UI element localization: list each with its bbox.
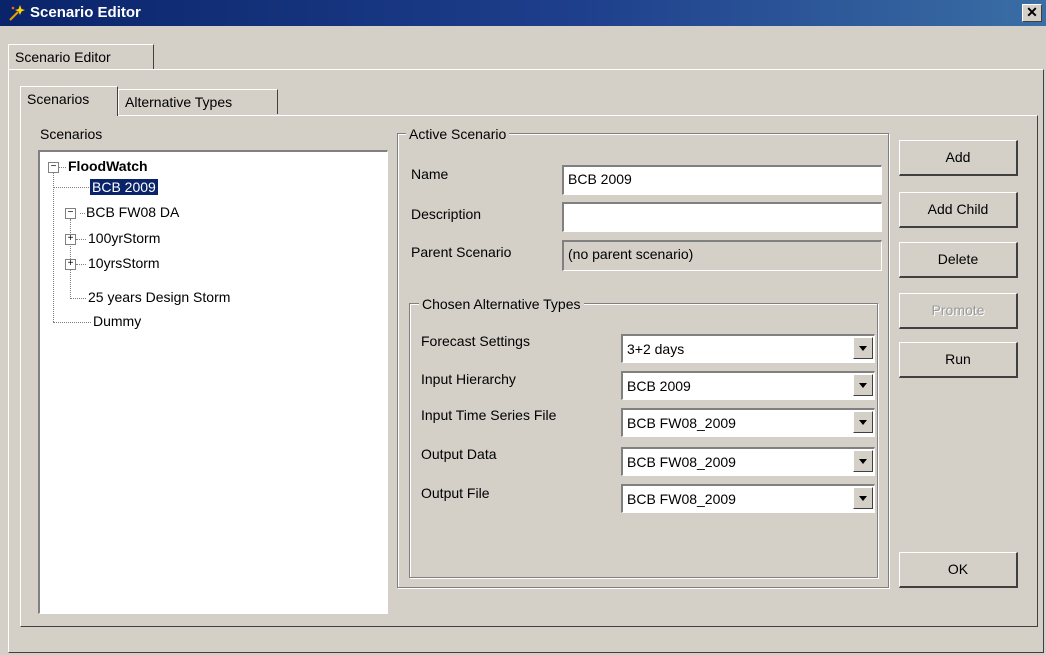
add-child-button[interactable]: Add Child — [899, 192, 1018, 228]
tree-node-dummy[interactable]: Dummy — [93, 313, 141, 329]
parent-scenario-field: (no parent scenario) — [562, 240, 882, 271]
input-time-series-file-select[interactable]: BCB FW08_2009 — [621, 408, 875, 437]
close-button[interactable]: ✕ — [1022, 4, 1042, 22]
tab-scenario-editor[interactable]: Scenario Editor — [8, 44, 154, 70]
chevron-down-icon[interactable] — [853, 374, 873, 396]
ok-button[interactable]: OK — [899, 552, 1018, 588]
forecast-settings-label: Forecast Settings — [421, 333, 530, 349]
description-label: Description — [411, 206, 482, 222]
tree-line — [80, 213, 85, 214]
chevron-down-icon[interactable] — [853, 337, 873, 359]
output-data-value: BCB FW08_2009 — [627, 454, 736, 470]
tree-line — [53, 172, 54, 322]
tree-line — [53, 322, 91, 323]
chosen-alternative-types-legend: Chosen Alternative Types — [419, 296, 584, 312]
collapse-icon[interactable]: − — [65, 208, 76, 219]
chevron-down-icon[interactable] — [853, 450, 873, 472]
forecast-settings-select[interactable]: 3+2 days — [621, 334, 875, 363]
tree-line — [76, 239, 86, 240]
collapse-icon[interactable]: − — [48, 162, 59, 173]
expand-icon[interactable]: + — [65, 259, 76, 270]
parent-scenario-label: Parent Scenario — [411, 244, 512, 260]
wand-icon — [9, 5, 25, 21]
tree-node-10yrsstorm[interactable]: 10yrsStorm — [88, 255, 160, 271]
input-time-series-file-value: BCB FW08_2009 — [627, 415, 736, 431]
tree-line — [58, 167, 66, 168]
tree-node-25-years-design-storm[interactable]: 25 years Design Storm — [88, 289, 230, 305]
window-title: Scenario Editor — [30, 4, 141, 21]
tree-line — [53, 187, 91, 188]
chevron-down-icon[interactable] — [853, 487, 873, 509]
tab-scenario-editor-label: Scenario Editor — [15, 49, 111, 65]
scenarios-label: Scenarios — [40, 126, 103, 142]
tree-node-100yrstorm[interactable]: 100yrStorm — [88, 230, 160, 246]
add-button[interactable]: Add — [899, 140, 1018, 176]
tree-node-bcb-2009[interactable]: BCB 2009 — [89, 178, 159, 196]
output-data-label: Output Data — [421, 446, 497, 462]
tree-node-bcb-fw08-da[interactable]: BCB FW08 DA — [86, 204, 179, 220]
tree-line — [76, 264, 86, 265]
tab-scenarios[interactable]: Scenarios — [20, 86, 118, 116]
output-file-value: BCB FW08_2009 — [627, 491, 736, 507]
input-time-series-file-label: Input Time Series File — [421, 407, 557, 423]
name-label: Name — [411, 166, 449, 182]
output-file-select[interactable]: BCB FW08_2009 — [621, 484, 875, 513]
active-scenario-legend: Active Scenario — [406, 126, 510, 142]
tab-alternative-types-label: Alternative Types — [125, 94, 233, 110]
run-button[interactable]: Run — [899, 342, 1018, 378]
chevron-down-icon[interactable] — [853, 411, 873, 433]
scenario-tree[interactable]: − FloodWatch BCB 2009 − BCB FW08 DA + 10… — [38, 150, 388, 614]
delete-button[interactable]: Delete — [899, 242, 1018, 278]
tree-line — [70, 298, 86, 299]
name-field[interactable]: BCB 2009 — [562, 165, 882, 195]
expand-icon[interactable]: + — [65, 234, 76, 245]
title-bar: Scenario Editor ✕ — [0, 0, 1046, 26]
forecast-settings-value: 3+2 days — [627, 341, 685, 357]
input-hierarchy-label: Input Hierarchy — [421, 371, 516, 387]
tab-alternative-types[interactable]: Alternative Types — [118, 89, 278, 114]
input-hierarchy-select[interactable]: BCB 2009 — [621, 371, 875, 400]
input-hierarchy-value: BCB 2009 — [627, 378, 691, 394]
output-file-label: Output File — [421, 485, 490, 501]
output-data-select[interactable]: BCB FW08_2009 — [621, 447, 875, 476]
promote-button[interactable]: Promote — [899, 293, 1018, 329]
tab-scenarios-label: Scenarios — [27, 91, 90, 107]
description-field[interactable] — [562, 202, 882, 232]
tree-node-floodwatch[interactable]: FloodWatch — [68, 158, 148, 174]
close-icon: ✕ — [1026, 4, 1038, 20]
